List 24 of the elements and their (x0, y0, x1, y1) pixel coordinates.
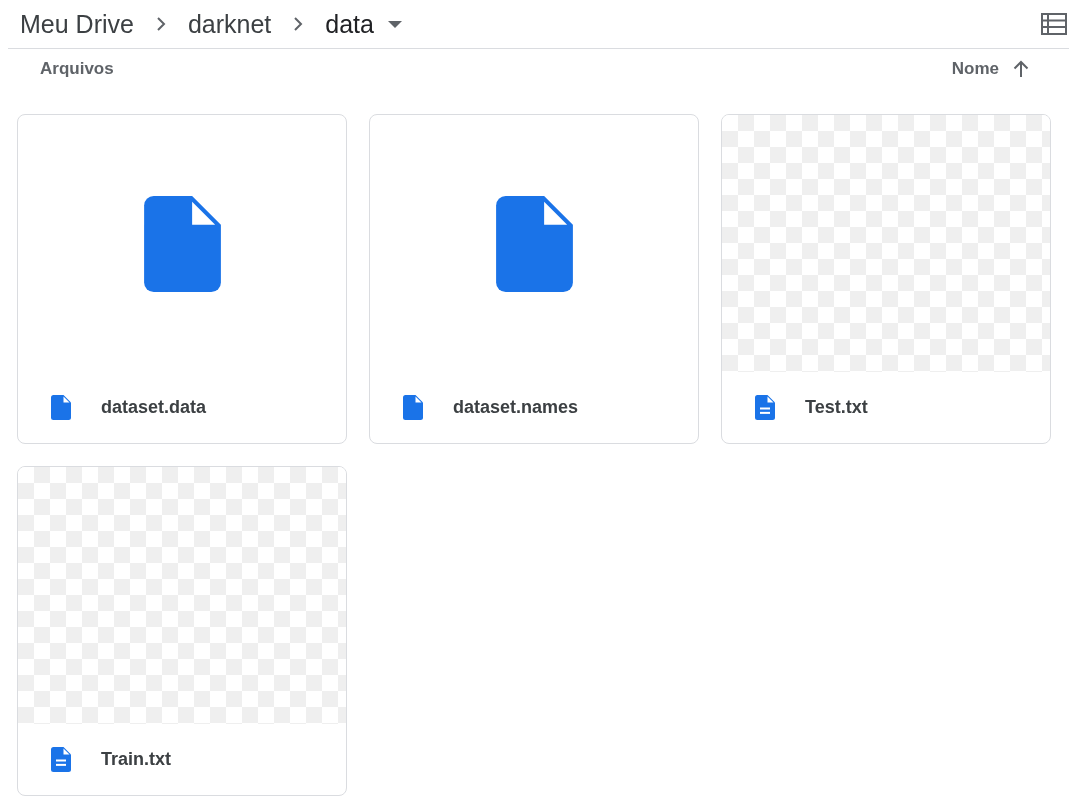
chevron-icon (155, 16, 166, 32)
dropdown-caret-icon[interactable] (388, 20, 402, 28)
file-name: dataset.names (453, 397, 579, 418)
file-card[interactable]: Train.txt (17, 466, 347, 796)
file-icon (495, 195, 573, 292)
chevron-icon (293, 16, 304, 32)
list-view-icon[interactable] (1041, 13, 1067, 35)
document-icon (755, 395, 775, 420)
document-icon (51, 747, 71, 772)
sort-arrow-icon[interactable] (1013, 60, 1029, 78)
file-icon (143, 195, 221, 292)
breadcrumb[interactable]: data (325, 9, 374, 39)
file-name: Train.txt (101, 749, 171, 770)
file-card[interactable]: dataset.names (369, 114, 699, 444)
file-icon (403, 395, 423, 420)
sort-button[interactable]: Nome (951, 59, 999, 79)
breadcrumb[interactable]: darknet (187, 9, 272, 39)
breadcrumb[interactable]: Meu Drive (20, 9, 134, 39)
file-card[interactable]: Test.txt (721, 114, 1051, 444)
section-title: Arquivos (40, 59, 114, 79)
file-card[interactable]: dataset.data (17, 114, 347, 444)
file-name: Test.txt (805, 397, 868, 418)
file-icon (51, 395, 71, 420)
file-name: dataset.data (101, 397, 207, 418)
